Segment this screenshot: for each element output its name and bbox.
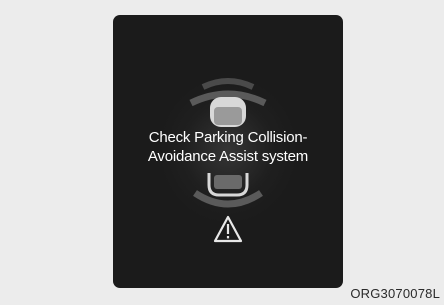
warning-message-line1: Check Parking Collision- — [148, 129, 308, 146]
front-sensor-zone-outer — [201, 78, 255, 90]
cluster-display: Check Parking Collision- Avoidance Assis… — [113, 15, 343, 288]
warning-message-line2: Avoidance Assist system — [147, 148, 309, 165]
car-rear-window — [214, 175, 242, 189]
warning-triangle-icon — [213, 215, 243, 243]
figure-code: ORG3070078L — [350, 286, 440, 301]
car-windshield — [214, 107, 242, 125]
warning-message: Check Parking Collision- Avoidance Assis… — [113, 128, 343, 166]
